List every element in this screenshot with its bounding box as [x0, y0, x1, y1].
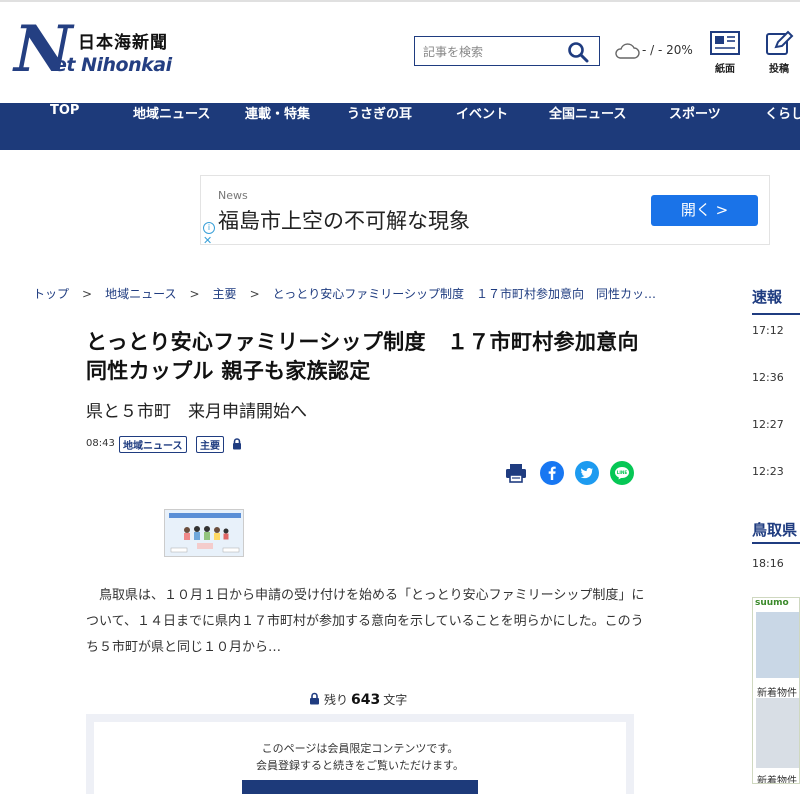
cloud-icon — [615, 43, 640, 59]
new-listing-label: 新着物件 — [757, 688, 797, 699]
search-icon — [568, 42, 589, 63]
ad-source: News — [218, 189, 248, 202]
svg-text:LINE: LINE — [617, 470, 628, 475]
search-input[interactable] — [421, 42, 565, 62]
search-box — [414, 36, 600, 66]
ad-banner[interactable]: News 福島市上空の不可解な現象 開く > i ✕ — [200, 175, 770, 247]
breadcrumb: トップ > 地域ニュース > 主要 > とっとり安心ファミリーシップ制度 １７市町村参加意向… — [33, 285, 656, 302]
ad-headline: 福島市上空の不可解な現象 — [218, 209, 470, 233]
post-label: 投稿 — [769, 64, 789, 75]
paywall-message-2: 会員登録すると続きをご覧いただけます。 — [256, 759, 464, 772]
article-subtitle: 県と５市町 来月申請開始へ — [86, 402, 307, 422]
article-title: とっとり安心ファミリーシップ制度 １７市町村参加意向 同性カップル 親子も家族認… — [86, 330, 661, 383]
twitter-icon — [575, 461, 599, 485]
newspaper-icon — [710, 31, 740, 55]
sidebar-time[interactable]: 12:23 — [752, 465, 784, 478]
twitter-share-button[interactable] — [575, 461, 599, 485]
infographic-image — [165, 510, 243, 556]
lock-icon — [233, 438, 241, 450]
breadcrumb-separator: > — [249, 287, 260, 301]
sidebar-divider — [752, 313, 800, 315]
breadcrumb-local-news[interactable]: 地域ニュース — [105, 287, 176, 301]
weather-text: - / - 20% — [642, 43, 693, 57]
main-nav: TOP 地域ニュース 連載・特集 うさぎの耳 イベント 全国ニュース スポーツ … — [0, 103, 800, 150]
sidebar-divider — [752, 542, 800, 544]
nav-usagi[interactable]: うさぎの耳 — [347, 103, 412, 150]
tag-local-news[interactable]: 地域ニュース — [119, 436, 187, 453]
remaining-count: 643 — [351, 692, 381, 708]
sidebar-time[interactable]: 17:12 — [752, 324, 784, 337]
remaining-suffix: 文字 — [383, 693, 408, 707]
paywall-inner: このページは会員限定コンテンツです。 会員登録すると続きをご覧いただけます。 — [94, 722, 626, 794]
ad-close-icon[interactable]: ✕ — [203, 234, 212, 247]
lock-icon — [310, 692, 319, 705]
newspaper-label: 紙面 — [715, 64, 735, 75]
breadcrumb-top[interactable]: トップ — [33, 287, 69, 301]
breadcrumb-current: とっとり安心ファミリーシップ制度 １７市町村参加意向 同性カッ… — [272, 287, 657, 301]
top-border — [0, 0, 800, 2]
sidebar-time[interactable]: 18:16 — [752, 557, 784, 570]
suumo-ad[interactable]: suumo 新着物件 新着物件 — [752, 597, 800, 784]
article-time: 08:43 — [86, 438, 115, 449]
breadcrumb-separator: > — [82, 287, 93, 301]
sidebar-breaking-heading: 速報 — [752, 288, 783, 306]
post-icon — [766, 30, 794, 55]
newspaper-button[interactable]: 紙面 — [705, 30, 745, 75]
paywall-box: このページは会員限定コンテンツです。 会員登録すると続きをご覧いただけます。 — [86, 714, 634, 794]
ad-info-icon[interactable]: i — [203, 222, 215, 234]
nav-sports[interactable]: スポーツ — [669, 103, 721, 150]
post-button[interactable]: 投稿 — [759, 30, 799, 75]
breadcrumb-main[interactable]: 主要 — [213, 287, 237, 301]
print-button[interactable] — [504, 461, 528, 485]
remaining-prefix: 残り — [324, 693, 349, 707]
line-icon: LINE — [610, 461, 634, 485]
paywall-message-1: このページは会員限定コンテンツです。 — [261, 742, 459, 755]
property-image — [756, 698, 799, 768]
ad-open-button[interactable]: 開く > — [651, 195, 758, 226]
new-listing-label: 新着物件 — [757, 776, 797, 784]
nav-series[interactable]: 連載・特集 — [245, 103, 310, 150]
nav-local-news[interactable]: 地域ニュース — [133, 103, 210, 150]
register-button[interactable] — [242, 780, 478, 794]
sidebar-time[interactable]: 12:36 — [752, 371, 784, 384]
nav-life[interactable]: くらし — [765, 103, 800, 150]
facebook-share-button[interactable] — [540, 461, 564, 485]
line-share-button[interactable]: LINE — [610, 461, 634, 485]
facebook-icon — [540, 461, 564, 485]
article-image[interactable] — [164, 509, 244, 557]
breadcrumb-separator: > — [189, 287, 200, 301]
print-icon — [506, 464, 526, 483]
weather-widget[interactable]: - / - 20% — [614, 40, 694, 64]
remaining-characters: 残り 643 文字 — [309, 691, 407, 708]
property-image — [756, 612, 799, 678]
logo-japanese: 日本海新聞 — [78, 33, 168, 53]
nav-top[interactable]: TOP — [50, 103, 79, 150]
site-logo[interactable]: N 日本海新聞 et Nihonkai — [14, 18, 174, 82]
sidebar-tottori-heading: 鳥取県 — [752, 521, 798, 539]
logo-english: et Nihonkai — [54, 54, 172, 76]
search-button[interactable] — [567, 41, 589, 63]
tag-main[interactable]: 主要 — [196, 436, 224, 453]
suumo-logo: suumo — [755, 598, 789, 608]
article-body: 鳥取県は、１０月１日から申請の受け付けを始める「とっとり安心ファミリーシップ制度… — [86, 588, 645, 655]
sidebar-time[interactable]: 12:27 — [752, 418, 784, 431]
nav-event[interactable]: イベント — [456, 103, 508, 150]
nav-national-news[interactable]: 全国ニュース — [549, 103, 626, 150]
